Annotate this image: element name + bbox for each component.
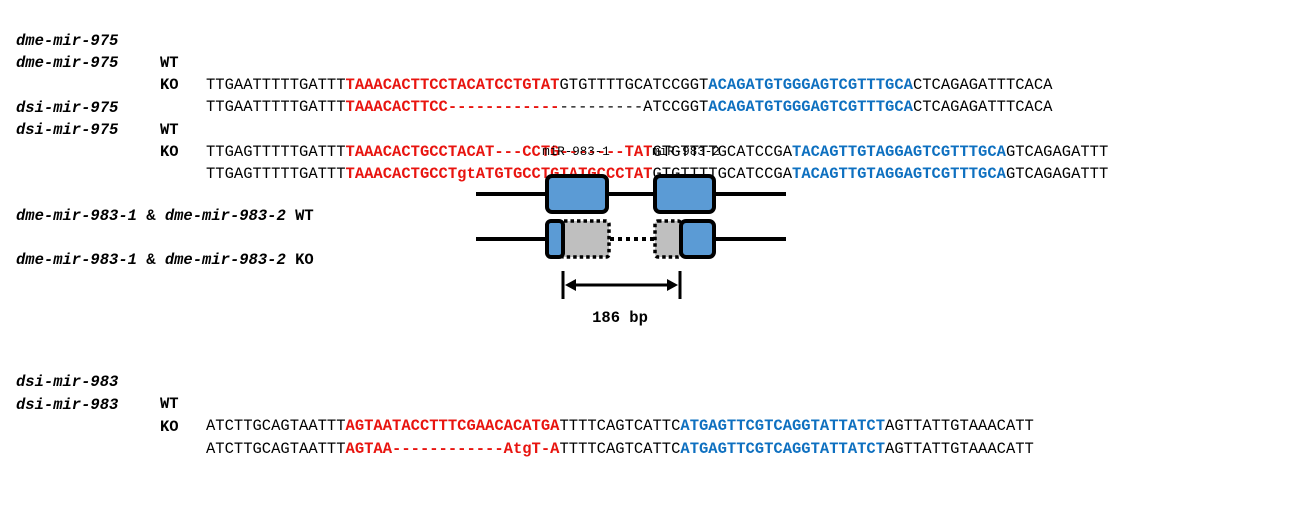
- gene-name: dme-mir-975: [16, 54, 119, 72]
- alignment-row-dsi-975-ko: dsi-mir-975 KO TTGAGTTTTTGATTTTAAACACTGC…: [0, 97, 1108, 183]
- flank-segment: TTGAATTTTTGATTT: [206, 98, 346, 116]
- gene-name: dsi-mir-975: [16, 99, 119, 117]
- joiner: &: [136, 251, 165, 269]
- gene-name: dme-mir-983-2: [164, 207, 286, 225]
- mir983-ko-label: dme-mir-983-1 & dme-mir-983-2 KO: [16, 249, 314, 271]
- flank-segment: ATCTTGCAGTAATTT: [206, 440, 346, 458]
- mature-3p-segment: TACAGTTGTAGGAGTCGTTTGCA: [792, 143, 1006, 161]
- ko-remnant-hairpin-2: [679, 219, 716, 259]
- flank-segment: TTGAGTTTTTGATTT: [206, 165, 346, 183]
- genotype-label: WT: [160, 54, 179, 72]
- ko-remnant-hairpin-1: [545, 219, 565, 259]
- alignment-row-dsi-983-ko: dsi-mir-983 KO ATCTTGCAGTAATTTAGTAA-----…: [0, 372, 1034, 458]
- flank-segment: CTCAGAGATTTCACA: [912, 76, 1053, 94]
- mature-3p-segment: ATGAGTTCGTCAGGTATTATCT: [680, 440, 886, 458]
- deletion-arrow-right-head: [667, 279, 678, 291]
- flank-segment: TTTTCAGTCATTC: [559, 440, 681, 458]
- mature-3p-segment: ATGAGTTCGTCAGGTATTATCT: [680, 417, 886, 435]
- gene-name: dme-mir-975: [16, 32, 119, 50]
- mature-5p-segment: TAAACACTTCCTACATCCTGTAT: [345, 76, 560, 94]
- flank-segment: CTCAGAGATTTCACA: [912, 98, 1053, 116]
- flank-segment: GTCAGAGATTT: [1005, 143, 1109, 161]
- ko-deleted-hairpin-2: [653, 219, 683, 259]
- genotype-label: KO: [295, 251, 314, 269]
- gene-name: dsi-mir-983: [16, 373, 119, 391]
- sequence: ATCTTGCAGTAATTTAGTAA------------AtgT-ATT…: [206, 438, 1034, 460]
- mir983-wt-label: dme-mir-983-1 & dme-mir-983-2 WT: [16, 205, 314, 227]
- flank-segment: GTGTTTTGCATCCGGT: [559, 76, 709, 94]
- alignment-row-dme-975-ko: dme-mir-975 KO TTGAATTTTTGATTTTAAACACTTC…: [0, 30, 1052, 116]
- mature-3p-segment: ACAGATGTGGGAGTCGTTTGCA: [708, 98, 913, 116]
- alignment-row-dme-975-wt: dme-mir-975 WT TTGAATTTTTGATTTTAAACACTTC…: [0, 8, 1052, 94]
- mature-5p-segment: TAAACACTTCC------------: [345, 98, 560, 116]
- sequence: ATCTTGCAGTAATTTAGTAATACCTTTCGAACACATGATT…: [206, 415, 1034, 437]
- genotype-label: WT: [295, 207, 314, 225]
- hairpin1-label: miR-983-1: [542, 145, 610, 159]
- mature-3p-segment: ACAGATGTGGGAGTCGTTTGCA: [708, 76, 913, 94]
- gene-name: dme-mir-983-2: [164, 251, 286, 269]
- genotype-label: KO: [160, 418, 179, 436]
- gene-name: dsi-mir-975: [16, 121, 119, 139]
- mature-5p-segment: AGTAATACCTTTCGAACACATGA: [345, 417, 560, 435]
- flank-segment: ---------ATCCGGT: [559, 98, 709, 116]
- gene-name: dsi-mir-983: [16, 396, 119, 414]
- sequence: TTGAATTTTTGATTTTAAACACTTCC--------------…: [206, 96, 1052, 118]
- mature-3p-segment: TACAGTTGTAGGAGTCGTTTGCA: [792, 165, 1006, 183]
- alignment-row-dsi-983-wt: dsi-mir-983 WT ATCTTGCAGTAATTTAGTAATACCT…: [0, 349, 1034, 435]
- wt-hairpin-1: [545, 174, 609, 214]
- genotype-label: WT: [160, 121, 179, 139]
- mir983-ko-label-row: dme-mir-983-1 & dme-mir-983-2 KO: [0, 227, 314, 269]
- flank-segment: GTCAGAGATTT: [1005, 165, 1109, 183]
- alignment-row-dsi-975-wt: dsi-mir-975 WT TTGAGTTTTTGATTTTAAACACTGC…: [0, 75, 1108, 161]
- joiner: &: [136, 207, 165, 225]
- genotype-label: KO: [160, 76, 179, 94]
- genotype-label: WT: [160, 395, 179, 413]
- mir983-locus-diagram: miR-983-1 miR-983-2 186 bp: [476, 145, 786, 327]
- gene-name: dme-mir-983-1: [16, 251, 137, 269]
- hairpin2-label: miR-983-2: [652, 145, 720, 159]
- flank-segment: AGTTATTGTAAACATT: [885, 417, 1034, 435]
- flank-segment: TTGAGTTTTTGATTT: [206, 143, 346, 161]
- genotype-label: KO: [160, 143, 179, 161]
- flank-segment: ATCTTGCAGTAATTT: [206, 417, 346, 435]
- mature-5p-segment: AGTAA------------AtgT-A: [345, 440, 560, 458]
- flank-segment: TTGAATTTTTGATTT: [206, 76, 346, 94]
- wt-hairpin-2: [653, 174, 716, 214]
- ko-deleted-hairpin-1: [559, 219, 611, 259]
- gene-name: dme-mir-983-1: [16, 207, 137, 225]
- deletion-arrow-left-head: [565, 279, 576, 291]
- flank-segment: AGTTATTGTAAACATT: [885, 440, 1034, 458]
- mir983-wt-label-row: dme-mir-983-1 & dme-mir-983-2 WT: [0, 183, 314, 225]
- flank-segment: TTTTCAGTCATTC: [559, 417, 681, 435]
- sequence: TTGAATTTTTGATTTTAAACACTTCCTACATCCTGTATGT…: [206, 74, 1052, 96]
- deletion-size-label: 186 bp: [592, 309, 648, 327]
